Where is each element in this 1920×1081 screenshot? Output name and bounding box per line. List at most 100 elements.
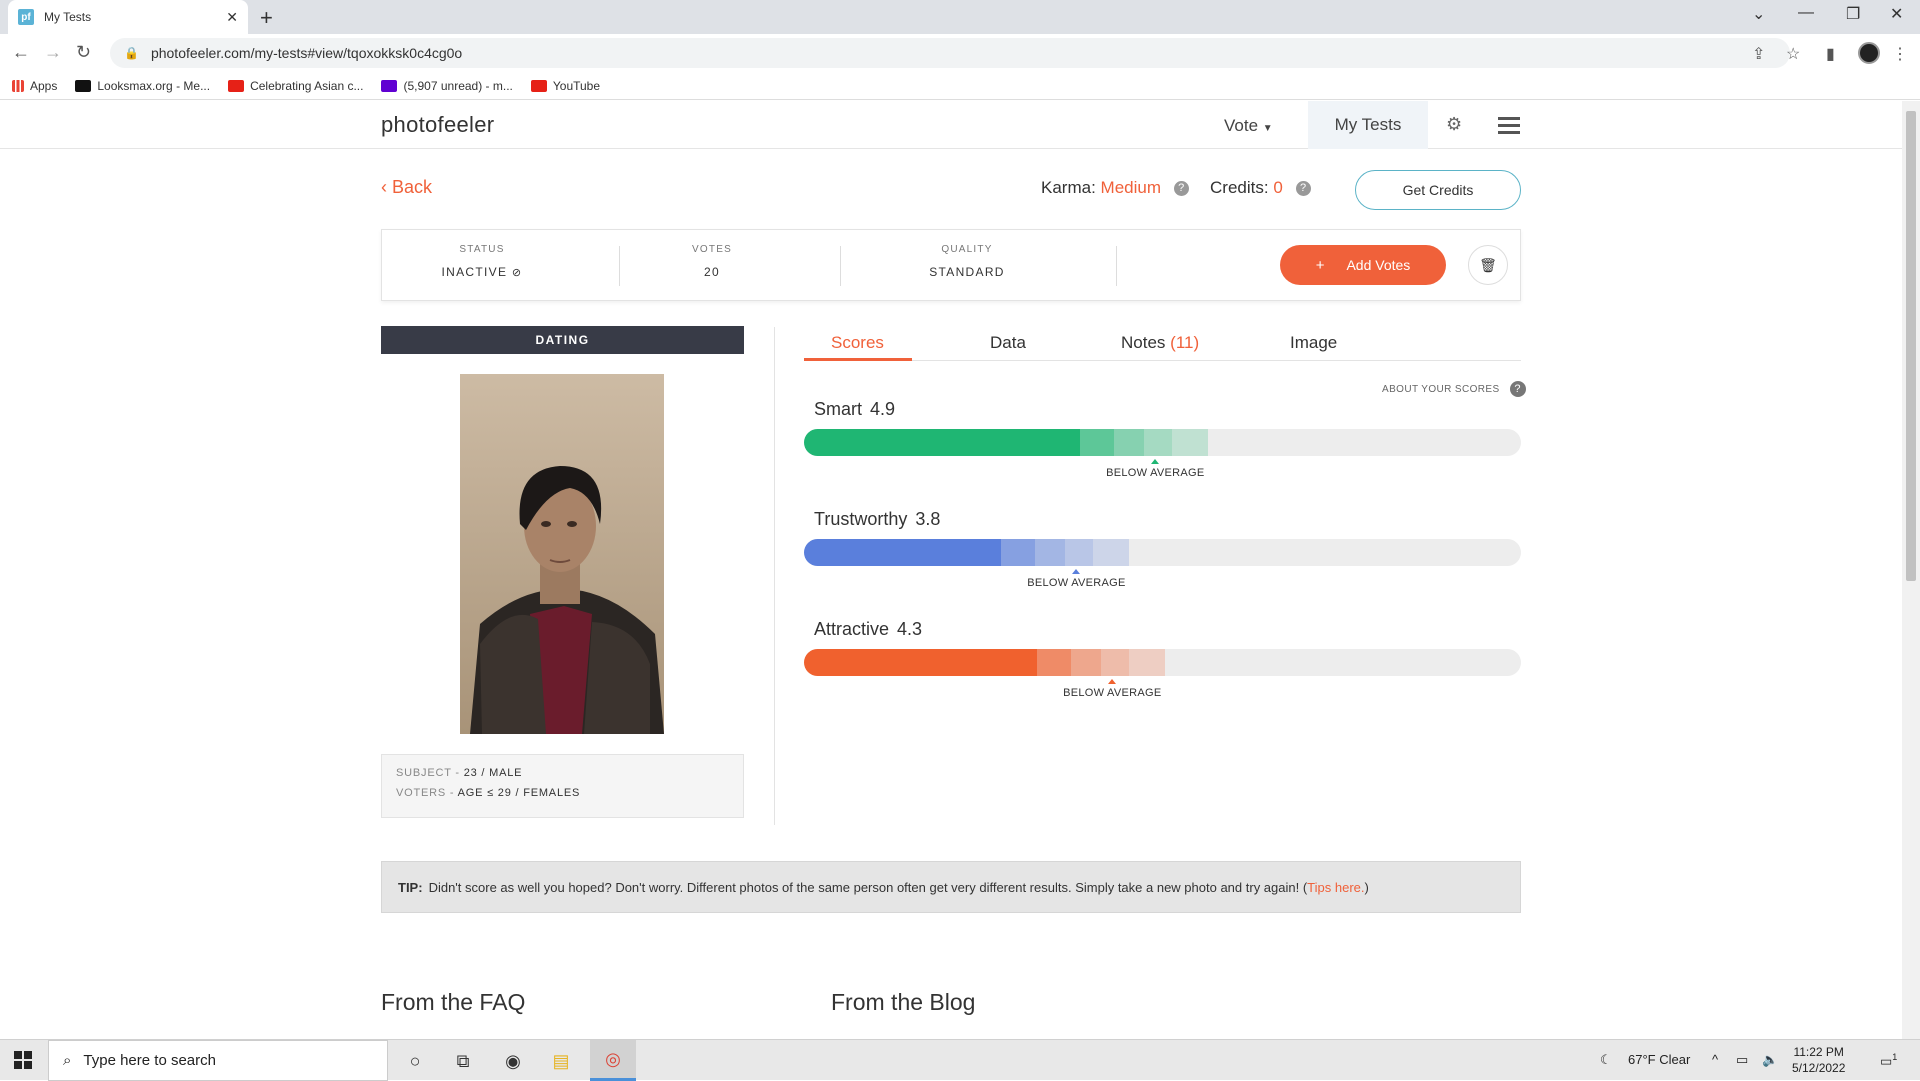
page-scrollbar[interactable] <box>1902 101 1920 1039</box>
side-panel-icon[interactable]: ▮ <box>1826 44 1835 64</box>
nav-vote[interactable]: Vote ▼ <box>1224 116 1273 136</box>
taskbar-chrome[interactable]: ◎ <box>590 1040 636 1081</box>
tab-data[interactable]: Data <box>990 333 1026 353</box>
voters-line: VOTERS - AGE ≤ 29 / FEMALES <box>396 787 581 799</box>
windows-taskbar: ⌕ Type here to search ○ ⧉ ◉ ▤ ◎ ☾ 67°F C… <box>0 1039 1920 1081</box>
about-scores-link[interactable]: ABOUT YOUR SCORES ? <box>1382 381 1526 397</box>
test-category-banner: DATING <box>381 326 744 354</box>
taskbar-search-input[interactable]: ⌕ Type here to search <box>48 1040 388 1081</box>
credits-value: 0 <box>1273 178 1283 197</box>
tips-link[interactable]: Tips here. <box>1307 880 1364 895</box>
score-bar-fill <box>804 649 1038 676</box>
notes-count: (11) <box>1170 333 1200 352</box>
credits-help-icon[interactable]: ? <box>1295 181 1311 197</box>
karma-indicator: Karma: Medium ? <box>1041 178 1189 198</box>
tab-close-icon[interactable]: ✕ <box>226 9 238 26</box>
scrollbar-thumb[interactable] <box>1906 111 1916 581</box>
score-note: BELOW AVERAGE <box>1063 687 1162 699</box>
subject-line: SUBJECT - 23 / MALE <box>396 767 523 779</box>
bookmark-looksmax[interactable]: Looksmax.org - Me... <box>75 79 210 93</box>
credits-indicator: Credits: 0 ? <box>1210 178 1311 198</box>
chrome-icon: ◎ <box>605 1048 621 1069</box>
lock-icon: 🔒 <box>124 46 139 60</box>
score-marker <box>1072 569 1081 574</box>
taskbar-clock[interactable]: 11:22 PM 5/12/2022 <box>1792 1044 1845 1076</box>
score-bar <box>804 649 1521 676</box>
karma-value: Medium <box>1100 178 1161 197</box>
bookmark-youtube[interactable]: YouTube <box>530 79 600 93</box>
score-bar-fill <box>804 539 1002 566</box>
back-arrow-icon[interactable]: ← <box>12 42 30 63</box>
windows-start-icon[interactable] <box>14 1051 32 1069</box>
page-content: photofeeler Vote ▼ My Tests ⚙ ‹ Back Kar… <box>0 101 1902 1039</box>
score-bar-confidence-segment <box>1144 429 1173 456</box>
add-votes-button[interactable]: + Add Votes <box>1280 245 1446 285</box>
score-bar-confidence-segment <box>1129 649 1166 676</box>
steam-icon[interactable]: ◉ <box>500 1048 526 1074</box>
nav-my-tests[interactable]: My Tests <box>1308 101 1428 149</box>
score-bar-confidence-segment <box>1114 429 1145 456</box>
volume-icon[interactable]: 🔈 <box>1762 1052 1778 1068</box>
score-bar <box>804 539 1521 566</box>
active-tab-indicator <box>804 358 912 361</box>
score-bar-confidence-segment <box>1071 649 1102 676</box>
notification-icon[interactable]: ▭1 <box>1880 1052 1897 1069</box>
profile-avatar[interactable] <box>1858 42 1880 64</box>
score-bar-confidence-segment <box>1065 539 1094 566</box>
bookmark-star-icon[interactable]: ☆ <box>1786 44 1800 64</box>
score-bar-confidence-segment <box>1001 539 1036 566</box>
search-icon: ⌕ <box>63 1052 72 1069</box>
score-value: 3.8 <box>915 509 941 529</box>
results-tabs: Scores Data Notes (11) Image <box>804 323 1521 361</box>
score-attractive: Attractive 4.3 BELOW AVERAGE <box>804 619 1521 709</box>
network-icon[interactable]: ▭ <box>1736 1052 1748 1068</box>
stat-divider <box>1116 246 1117 286</box>
browser-menu-icon[interactable]: ⋮ <box>1892 44 1908 64</box>
weather-text[interactable]: 67°F Clear <box>1628 1052 1690 1067</box>
karma-help-icon[interactable]: ? <box>1173 181 1189 197</box>
help-circle-icon: ? <box>1509 381 1526 397</box>
new-tab-icon[interactable]: + <box>260 5 273 31</box>
tab-image[interactable]: Image <box>1290 333 1337 353</box>
delete-test-button[interactable]: 🗑 <box>1468 245 1508 285</box>
plus-icon: + <box>1315 256 1325 274</box>
tip-text: Didn't score as well you hoped? Don't wo… <box>428 879 1308 895</box>
portrait-image <box>460 374 664 734</box>
share-icon[interactable]: ⇪ <box>1752 44 1765 64</box>
hamburger-menu-icon[interactable] <box>1498 117 1520 138</box>
tab-notes[interactable]: Notes (11) <box>1121 333 1199 353</box>
back-link[interactable]: ‹ Back <box>381 177 432 198</box>
photofeeler-favicon-icon: pf <box>18 9 34 25</box>
bookmark-youtube-video[interactable]: Celebrating Asian c... <box>228 79 363 93</box>
score-marker <box>1151 459 1160 464</box>
browser-tab-title: My Tests <box>44 10 92 24</box>
restore-icon[interactable]: ❐ <box>1846 4 1860 24</box>
tab-scores[interactable]: Scores <box>831 333 884 353</box>
bookmark-mail[interactable]: (5,907 unread) - m... <box>381 79 513 93</box>
notification-count: 1 <box>1892 1052 1898 1062</box>
apps-grid-icon <box>12 79 24 92</box>
tray-chevron-icon[interactable]: ^ <box>1712 1052 1718 1067</box>
score-note: BELOW AVERAGE <box>1106 467 1205 479</box>
site-logo[interactable]: photofeeler <box>381 112 494 138</box>
browser-tab[interactable]: pf My Tests ✕ <box>8 0 248 34</box>
gear-icon[interactable]: ⚙ <box>1446 114 1462 135</box>
minimize-icon[interactable]: — <box>1798 4 1814 22</box>
cortana-icon[interactable]: ○ <box>402 1048 428 1074</box>
bookmark-apps[interactable]: Apps <box>12 79 57 93</box>
score-value: 4.9 <box>870 399 896 419</box>
file-explorer-icon[interactable]: ▤ <box>548 1048 574 1074</box>
site-header: photofeeler Vote ▼ My Tests ⚙ <box>0 101 1902 149</box>
test-status-panel: STATUS INACTIVE ⊘ VOTES 20 QUALITY STAND… <box>381 229 1521 301</box>
youtube-icon <box>530 79 547 92</box>
score-note: BELOW AVERAGE <box>1027 577 1126 589</box>
caret-down-icon: ▼ <box>1262 123 1273 134</box>
score-label: Trustworthy <box>814 509 908 529</box>
address-bar[interactable]: 🔒 photofeeler.com/my-tests#view/tqoxokks… <box>110 38 1790 68</box>
reload-icon[interactable]: ↻ <box>76 42 91 63</box>
window-close-icon[interactable]: ✕ <box>1890 4 1903 24</box>
task-view-icon[interactable]: ⧉ <box>450 1048 476 1074</box>
tab-search-chevron-icon[interactable]: ⌄ <box>1752 4 1765 24</box>
forward-arrow-icon[interactable]: → <box>44 42 62 63</box>
get-credits-button[interactable]: Get Credits <box>1355 170 1521 210</box>
